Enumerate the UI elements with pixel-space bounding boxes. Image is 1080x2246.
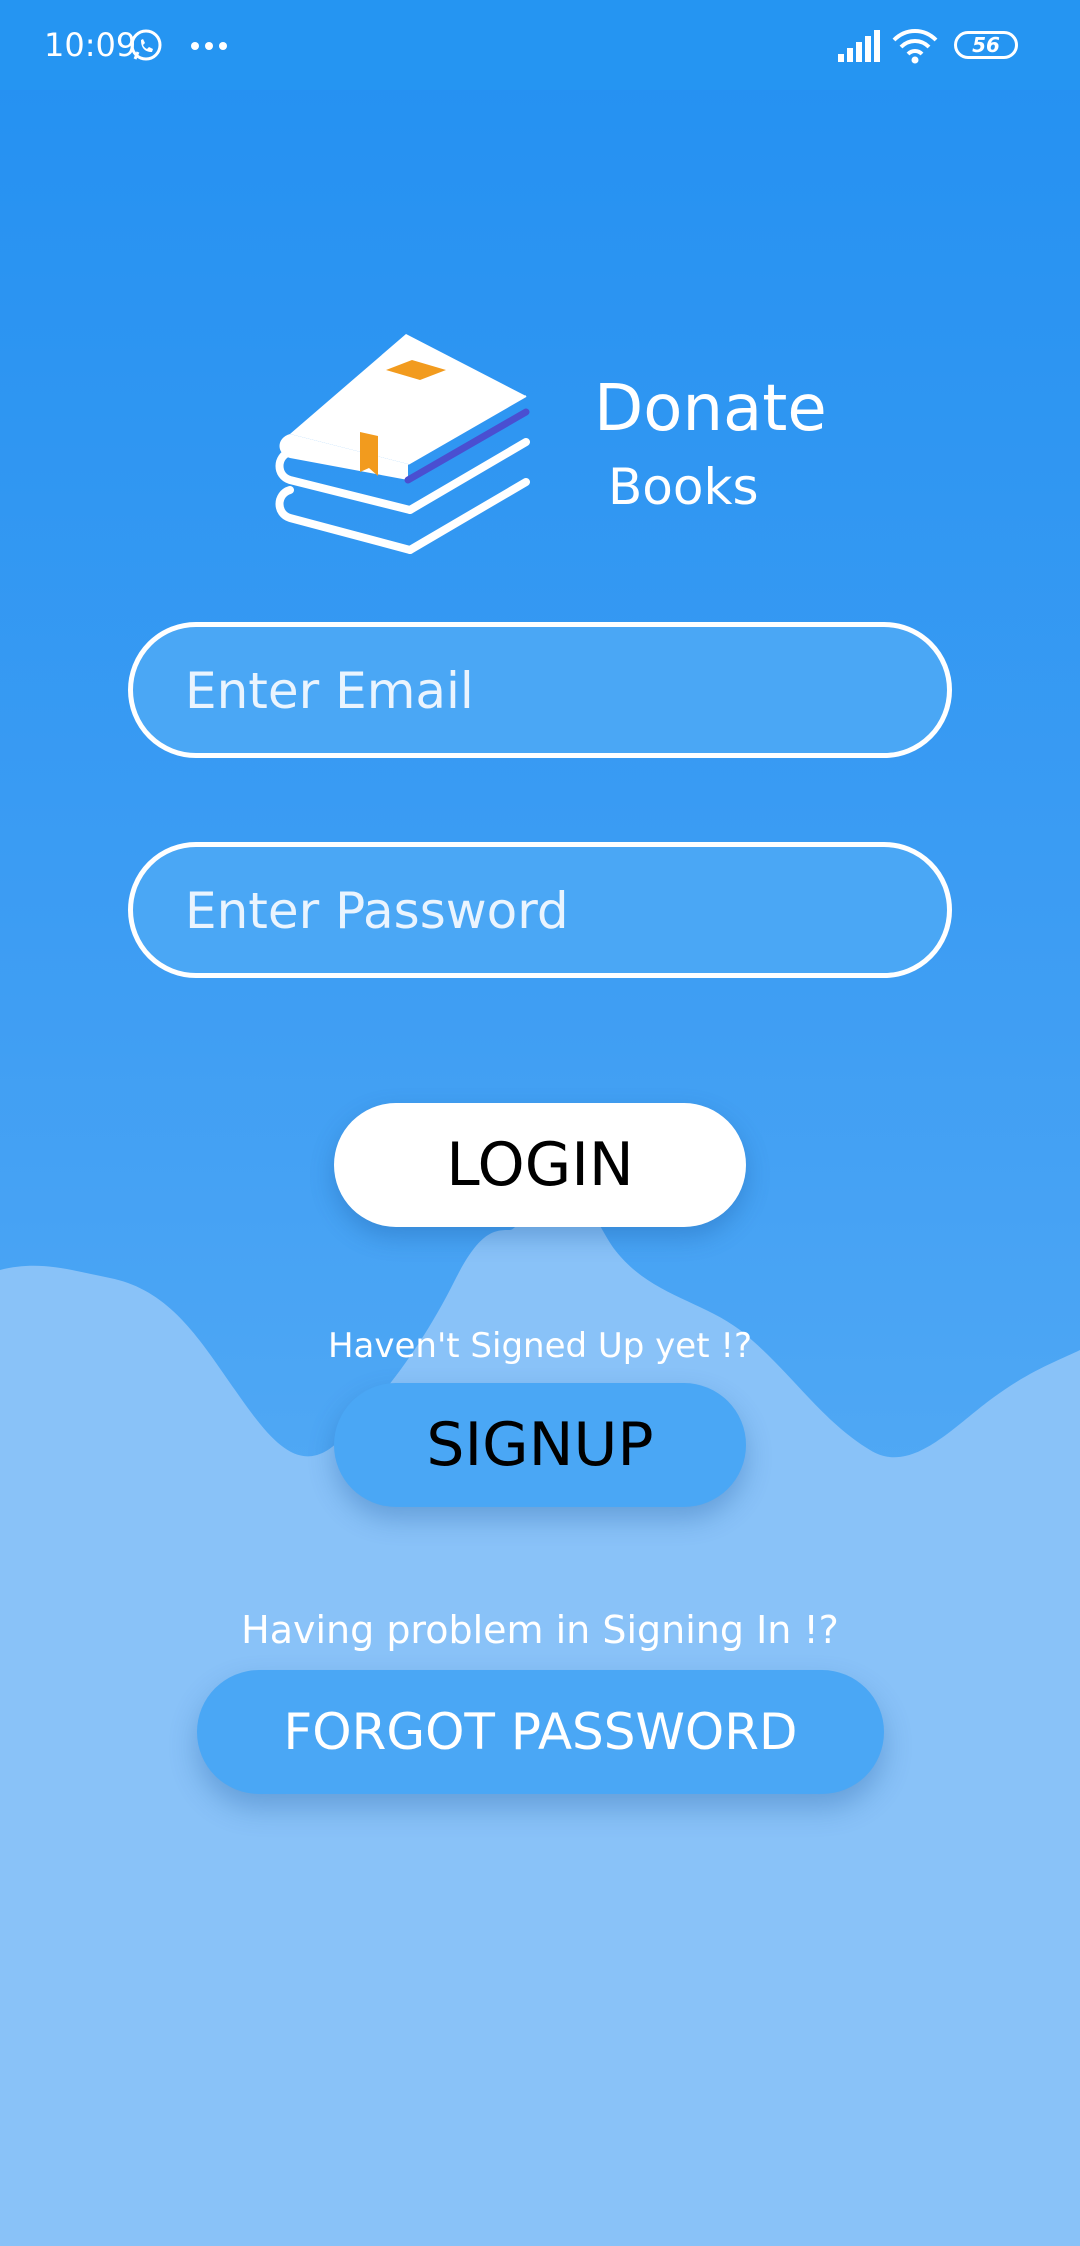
email-field[interactable] — [128, 622, 952, 758]
email-input[interactable] — [183, 627, 907, 755]
password-input[interactable] — [183, 847, 907, 975]
wifi-icon — [892, 29, 938, 64]
status-time: 10:09 — [44, 26, 137, 64]
battery-level: 56 — [972, 33, 1000, 57]
whatsapp-icon — [130, 29, 162, 61]
battery-icon: 56 — [954, 31, 1018, 59]
books-stack-icon — [275, 334, 530, 554]
signup-button[interactable]: SIGNUP — [334, 1383, 746, 1507]
signup-hint: Haven't Signed Up yet !? — [327, 1326, 753, 1366]
forgot-hint: Having problem in Signing In !? — [241, 1608, 839, 1652]
status-bar: 10:09 56 — [0, 0, 1080, 90]
brand-title: Donate — [594, 372, 827, 446]
forgot-password-button[interactable]: FORGOT PASSWORD — [197, 1670, 884, 1794]
password-field[interactable] — [128, 842, 952, 978]
more-dots-icon — [191, 42, 227, 50]
brand-subtitle: Books — [608, 458, 759, 516]
login-button[interactable]: LOGIN — [334, 1103, 746, 1227]
signal-icon — [838, 30, 880, 62]
